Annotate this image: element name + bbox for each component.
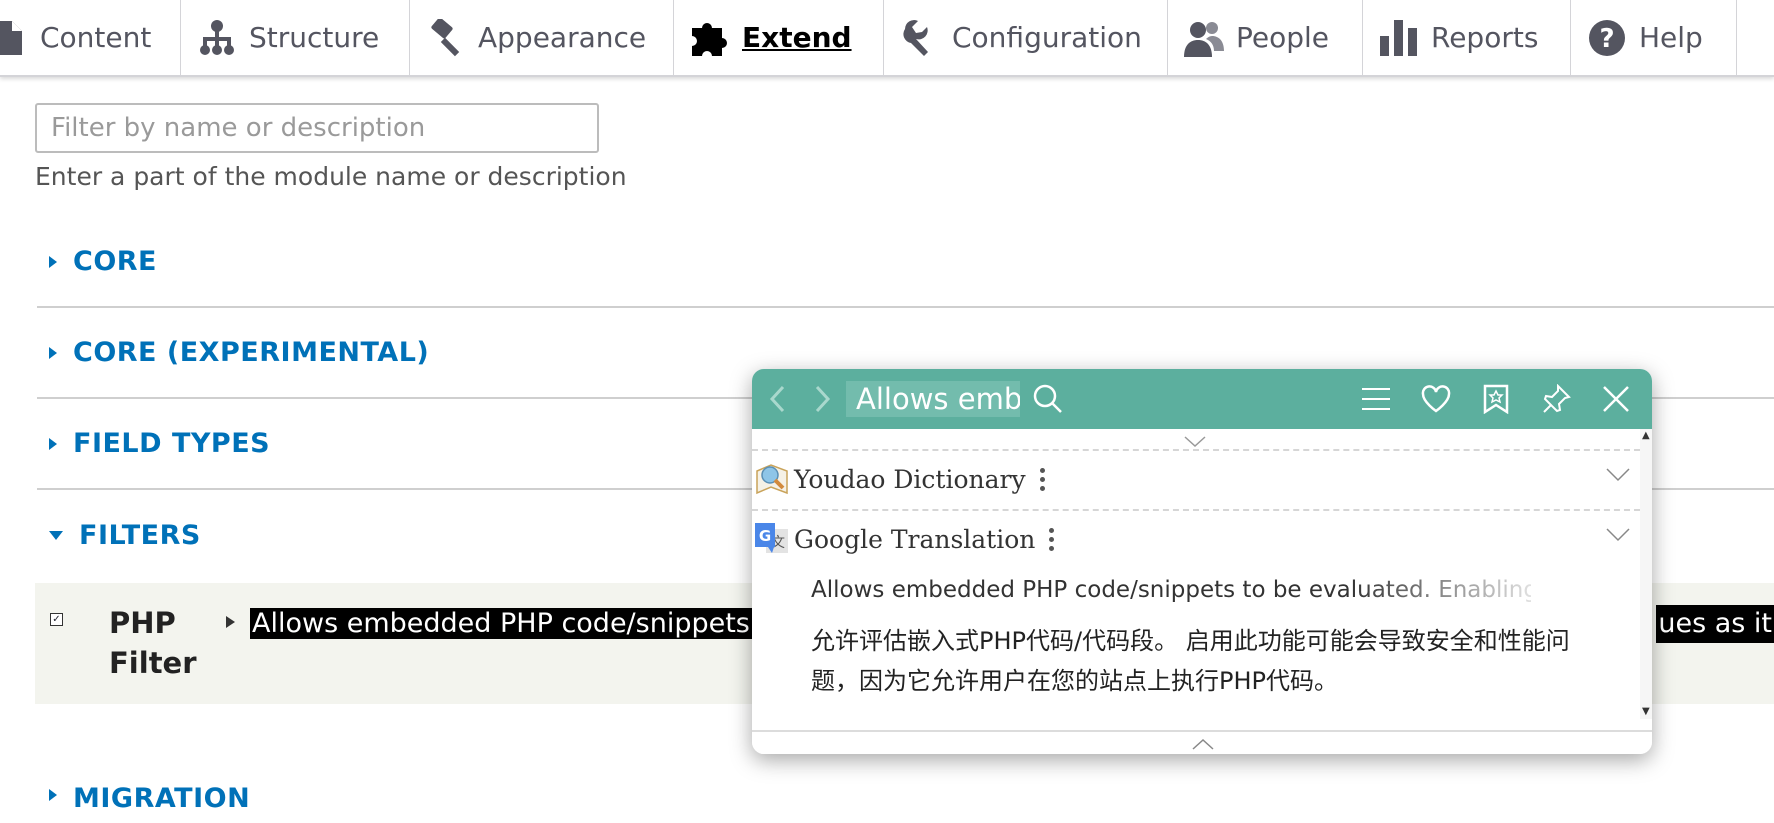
tab-help[interactable]: ? Help bbox=[1571, 0, 1737, 75]
svg-text:G: G bbox=[759, 527, 771, 545]
popup-body: Youdao Dictionary 文G Google Translation … bbox=[752, 429, 1652, 754]
svg-text:?: ? bbox=[1599, 24, 1614, 54]
module-name: PHP Filter bbox=[109, 606, 197, 680]
popup-footer bbox=[752, 730, 1652, 754]
section-core-experimental-label: CORE (EXPERIMENTAL) bbox=[73, 337, 430, 368]
admin-toolbar: Content Structure Appearance Extend Conf… bbox=[0, 0, 1774, 77]
section-migration-label: MIGRATION bbox=[73, 783, 251, 814]
puzzle-icon bbox=[690, 18, 730, 58]
forward-icon[interactable] bbox=[804, 381, 840, 417]
expand-chevron-icon[interactable] bbox=[1606, 467, 1630, 486]
popup-scrollbar[interactable]: ▲ ▼ bbox=[1640, 429, 1652, 719]
filter-help-text: Enter a part of the module name or descr… bbox=[35, 162, 627, 191]
tab-structure-label: Structure bbox=[249, 21, 380, 54]
paint-icon bbox=[426, 18, 466, 58]
pin-icon[interactable] bbox=[1538, 381, 1574, 417]
section-field-types-label: FIELD TYPES bbox=[73, 428, 271, 459]
section-filters-label: FILTERS bbox=[79, 520, 201, 551]
popup-search-input[interactable]: Allows emb bbox=[846, 381, 1020, 417]
collapsed-arrow-icon bbox=[49, 437, 57, 450]
tab-people[interactable]: People bbox=[1168, 0, 1363, 75]
collapsed-arrow-icon bbox=[49, 346, 57, 359]
module-enable-checkbox[interactable]: ✓ bbox=[50, 613, 63, 626]
tab-help-label: Help bbox=[1639, 21, 1703, 54]
more-options-icon[interactable] bbox=[1039, 467, 1045, 491]
module-filter-input[interactable] bbox=[35, 103, 599, 153]
bookmark-icon[interactable] bbox=[1478, 381, 1514, 417]
sitemap-icon bbox=[197, 18, 237, 58]
person-icon bbox=[1184, 18, 1224, 58]
source-text: Allows embedded PHP code/snippets to be … bbox=[811, 577, 1531, 603]
tab-configuration[interactable]: Configuration bbox=[884, 0, 1168, 75]
tab-appearance-label: Appearance bbox=[478, 21, 647, 54]
expanded-arrow-icon bbox=[49, 531, 63, 540]
document-icon bbox=[0, 18, 22, 58]
tab-content[interactable]: Content bbox=[0, 0, 181, 75]
menu-icon[interactable] bbox=[1358, 381, 1394, 417]
heart-icon[interactable] bbox=[1418, 381, 1454, 417]
dictionary-name: Youdao Dictionary bbox=[794, 464, 1026, 494]
youdao-icon bbox=[754, 461, 790, 497]
close-icon[interactable] bbox=[1598, 381, 1634, 417]
tab-appearance[interactable]: Appearance bbox=[410, 0, 674, 75]
dictionary-row-google[interactable]: 文G Google Translation bbox=[752, 511, 1640, 567]
google-translate-icon: 文G bbox=[754, 521, 790, 557]
popup-header: Allows emb bbox=[752, 369, 1652, 429]
tab-configuration-label: Configuration bbox=[952, 21, 1142, 54]
tab-extend-label: Extend bbox=[742, 21, 852, 54]
module-description-text-right: ues as it bbox=[1656, 605, 1774, 643]
tab-reports-label: Reports bbox=[1431, 21, 1539, 54]
more-options-icon[interactable] bbox=[1049, 527, 1055, 551]
wrench-icon bbox=[900, 18, 940, 58]
scroll-down-arrow-icon[interactable]: ▼ bbox=[1642, 707, 1650, 717]
search-icon[interactable] bbox=[1030, 381, 1066, 417]
module-description-text-left: Allows embedded PHP code/snippets to bbox=[250, 608, 788, 639]
back-icon[interactable] bbox=[760, 381, 796, 417]
tab-reports[interactable]: Reports bbox=[1363, 0, 1571, 75]
dictionary-row-youdao[interactable]: Youdao Dictionary bbox=[752, 451, 1640, 507]
tab-people-label: People bbox=[1236, 21, 1330, 54]
section-migration[interactable]: MIGRATION bbox=[37, 763, 1774, 823]
chevron-up-icon[interactable] bbox=[1192, 735, 1214, 754]
tab-structure[interactable]: Structure bbox=[181, 0, 410, 75]
tab-extend[interactable]: Extend bbox=[674, 0, 884, 75]
section-core[interactable]: CORE bbox=[37, 217, 1774, 308]
collapsed-arrow-icon bbox=[49, 255, 57, 268]
collapsed-arrow-icon bbox=[49, 789, 57, 801]
help-icon: ? bbox=[1587, 18, 1627, 58]
translation-text: 允许评估嵌入式PHP代码/代码段。 启用此功能可能会导致安全和性能问题，因为它允… bbox=[811, 627, 1570, 695]
section-core-label: CORE bbox=[73, 246, 158, 277]
translation-popup: Allows emb Youdao Dictionary 文 G Google … bbox=[752, 369, 1652, 754]
expand-chevron-icon[interactable] bbox=[1606, 527, 1630, 546]
tab-content-label: Content bbox=[40, 21, 152, 54]
module-details-toggle-icon[interactable] bbox=[226, 616, 235, 628]
scroll-up-arrow-icon[interactable]: ▲ bbox=[1642, 431, 1650, 441]
bar-chart-icon bbox=[1379, 18, 1419, 58]
dictionary-name: Google Translation bbox=[794, 524, 1036, 554]
